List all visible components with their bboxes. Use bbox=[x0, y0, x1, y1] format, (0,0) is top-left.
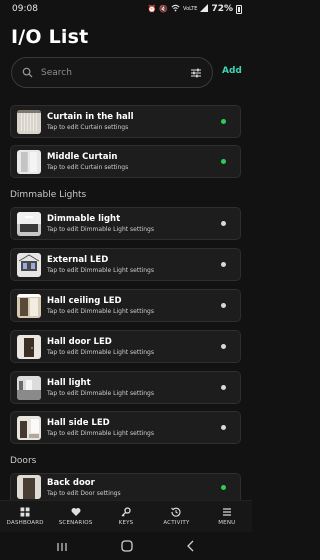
list-item-dimmable-light[interactable]: Dimmable light Tap to edit Dimmable Ligh… bbox=[10, 207, 241, 240]
status-dot bbox=[221, 385, 226, 390]
grid-icon bbox=[20, 507, 30, 517]
light-thumbnail bbox=[17, 375, 41, 400]
item-title: Curtain in the hall bbox=[47, 112, 134, 122]
status-dot bbox=[221, 159, 226, 164]
curtain-thumbnail bbox=[17, 149, 41, 174]
heart-icon bbox=[71, 508, 81, 516]
item-subtitle: Tap to edit Curtain settings bbox=[47, 124, 129, 131]
light-thumbnail bbox=[17, 334, 41, 359]
status-bar: 09:08 ⏰ 🔇 VoLTE 72% bbox=[0, 0, 252, 18]
search-icon bbox=[22, 67, 33, 78]
item-title: Hall ceiling LED bbox=[47, 296, 122, 306]
recent-apps-icon[interactable] bbox=[56, 537, 68, 556]
item-subtitle: Tap to edit Dimmable Light settings bbox=[47, 430, 154, 437]
item-title: Hall door LED bbox=[47, 337, 112, 347]
status-dot bbox=[221, 484, 226, 490]
item-title: Back door bbox=[47, 477, 95, 488]
page-title: I/O List bbox=[11, 26, 89, 48]
back-icon[interactable] bbox=[186, 537, 196, 556]
curtain-thumbnail bbox=[17, 109, 41, 134]
battery-icon bbox=[236, 4, 242, 14]
alarm-icon: ⏰ bbox=[147, 5, 157, 13]
filter-icon[interactable] bbox=[190, 67, 202, 79]
status-dot bbox=[221, 262, 226, 267]
status-dot bbox=[221, 221, 226, 226]
nav-label: MENU bbox=[218, 520, 236, 526]
nav-label: KEYS bbox=[118, 520, 134, 526]
item-subtitle: Tap to edit Dimmable Light settings bbox=[47, 390, 154, 397]
search-input[interactable] bbox=[41, 67, 190, 78]
list-item-hall-light[interactable]: Hall light Tap to edit Dimmable Light se… bbox=[10, 371, 241, 404]
door-thumbnail bbox=[17, 475, 41, 499]
list-item-external-led[interactable]: External LED Tap to edit Dimmable Light … bbox=[10, 248, 241, 281]
section-header-dimmable-lights: Dimmable Lights bbox=[10, 190, 87, 200]
item-title: Hall side LED bbox=[47, 418, 110, 428]
system-navigation-bar bbox=[0, 532, 252, 560]
list-item-middle-curtain[interactable]: Middle Curtain Tap to edit Curtain setti… bbox=[10, 145, 241, 178]
status-dot bbox=[221, 303, 226, 308]
signal-icon bbox=[200, 4, 209, 14]
network-label: VoLTE bbox=[183, 6, 198, 12]
status-time: 09:08 bbox=[12, 4, 38, 14]
bottom-navigation: DASHBOARD SCENARIOS KEYS ACTIVITY MENU bbox=[0, 500, 252, 532]
light-thumbnail bbox=[17, 252, 41, 277]
status-dot bbox=[221, 425, 226, 430]
add-button[interactable]: Add bbox=[222, 66, 242, 76]
light-thumbnail bbox=[17, 293, 41, 318]
item-title: External LED bbox=[47, 255, 109, 265]
item-subtitle: Tap to edit Door settings bbox=[47, 489, 121, 497]
nav-scenarios[interactable]: SCENARIOS bbox=[50, 501, 100, 532]
history-icon bbox=[171, 507, 181, 517]
list-item-back-door[interactable]: Back door Tap to edit Door settings bbox=[10, 473, 241, 500]
key-icon bbox=[121, 507, 131, 517]
home-icon[interactable] bbox=[121, 537, 133, 556]
wifi-icon bbox=[171, 4, 180, 14]
nav-menu[interactable]: MENU bbox=[202, 501, 252, 532]
status-dot bbox=[221, 119, 226, 124]
item-subtitle: Tap to edit Dimmable Light settings bbox=[47, 349, 154, 356]
light-thumbnail bbox=[17, 211, 41, 236]
battery-level: 72% bbox=[211, 4, 233, 14]
item-subtitle: Tap to edit Dimmable Light settings bbox=[47, 226, 154, 233]
nav-label: ACTIVITY bbox=[163, 520, 190, 526]
item-title: Hall light bbox=[47, 378, 91, 388]
menu-icon bbox=[222, 508, 231, 516]
item-subtitle: Tap to edit Dimmable Light settings bbox=[47, 308, 154, 315]
list-item-curtain-hall[interactable]: Curtain in the hall Tap to edit Curtain … bbox=[10, 105, 241, 138]
nav-dashboard[interactable]: DASHBOARD bbox=[0, 501, 50, 532]
status-icons: ⏰ 🔇 VoLTE 72% bbox=[148, 4, 242, 14]
search-bar[interactable] bbox=[11, 57, 213, 88]
nav-activity[interactable]: ACTIVITY bbox=[151, 501, 201, 532]
mute-icon: 🔇 bbox=[159, 5, 169, 13]
status-dot bbox=[221, 344, 226, 349]
nav-label: SCENARIOS bbox=[58, 520, 93, 526]
list-item-hall-side-led[interactable]: Hall side LED Tap to edit Dimmable Light… bbox=[10, 411, 241, 444]
list-item-hall-door-led[interactable]: Hall door LED Tap to edit Dimmable Light… bbox=[10, 330, 241, 363]
light-thumbnail bbox=[17, 415, 41, 440]
nav-label: DASHBOARD bbox=[6, 520, 44, 526]
item-subtitle: Tap to edit Curtain settings bbox=[47, 164, 129, 171]
item-title: Middle Curtain bbox=[47, 152, 118, 162]
item-subtitle: Tap to edit Dimmable Light settings bbox=[47, 267, 154, 274]
section-header-doors: Doors bbox=[10, 456, 37, 466]
list-item-hall-ceiling-led[interactable]: Hall ceiling LED Tap to edit Dimmable Li… bbox=[10, 289, 241, 322]
item-title: Dimmable light bbox=[47, 214, 121, 224]
nav-keys[interactable]: KEYS bbox=[101, 501, 151, 532]
